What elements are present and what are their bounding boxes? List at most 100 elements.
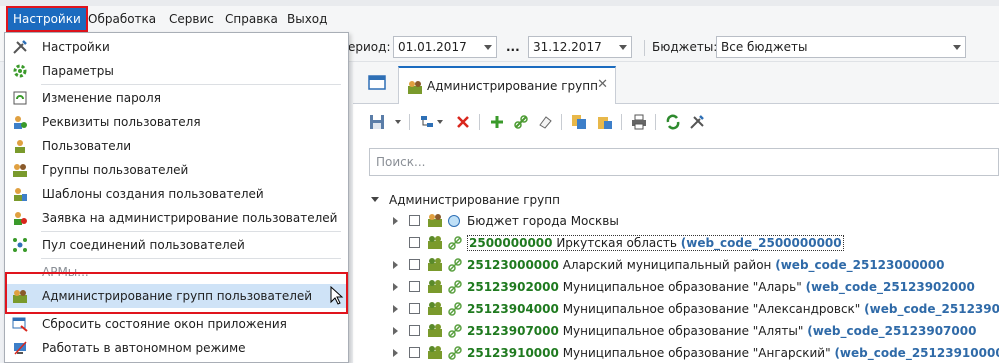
copy-icon[interactable] — [571, 114, 587, 130]
menu-item-reset-windows[interactable]: Сбросить состояние окон приложения — [5, 312, 348, 336]
link-icon — [448, 302, 462, 316]
menu-item-users[interactable]: Пользователи — [5, 134, 348, 158]
tree-checkbox[interactable] — [409, 347, 420, 358]
menu-item-user-groups[interactable]: Группы пользователей — [5, 158, 348, 182]
menu-item-user-details[interactable]: Реквизиты пользователя — [5, 110, 348, 134]
expand-icon[interactable] — [393, 349, 398, 357]
tree-item-label: Бюджет города Москвы — [467, 214, 619, 228]
menu-item-user-templates[interactable]: Шаблоны создания пользователей — [5, 182, 348, 206]
search-placeholder: Поиск... — [376, 155, 426, 169]
menu-item-offline[interactable]: Работать в автономном режиме — [5, 336, 348, 360]
tree-add-icon[interactable] — [419, 114, 435, 130]
row-web-code: (web_code_25123907000 — [807, 324, 977, 338]
menu-separator — [41, 84, 341, 85]
eraser-icon[interactable] — [537, 114, 553, 130]
close-icon[interactable]: ✕ — [597, 77, 608, 92]
tree-checkbox[interactable] — [409, 259, 420, 270]
tree-checkbox[interactable] — [409, 237, 420, 248]
budgets-label: Бюджеты: — [652, 40, 718, 54]
link-icon — [448, 346, 462, 360]
date-to-combo[interactable]: 31.12.2017 — [528, 36, 632, 58]
link-icon — [448, 258, 462, 272]
chevron-down-icon[interactable] — [395, 120, 401, 124]
tree-row[interactable]: 25123000000 Аларский муниципальный район… — [353, 254, 999, 276]
content-toolbar — [353, 104, 999, 138]
delete-icon[interactable] — [455, 114, 471, 130]
group-admin-icon — [428, 280, 442, 293]
menu-item-connection-pool[interactable]: Пул соединений пользователей — [5, 233, 348, 257]
menu-item-label: Сбросить состояние окон приложения — [42, 317, 287, 331]
menu-settings[interactable]: Настройки — [6, 6, 88, 32]
menu-item-admin-request[interactable]: Заявка на администрирование пользователе… — [5, 206, 348, 230]
paste-icon[interactable] — [597, 114, 613, 130]
date-from-combo[interactable]: 01.01.2017 — [393, 36, 497, 58]
group-admin-icon — [428, 324, 442, 337]
row-code: 25123910000 — [467, 346, 559, 360]
user-groups-icon — [13, 164, 27, 177]
search-input[interactable]: Поиск... — [369, 148, 999, 176]
tree-row-text: 25123904000 Муниципальное образование "А… — [467, 302, 999, 316]
link-icon — [448, 280, 462, 294]
refresh-icon[interactable] — [665, 114, 681, 130]
print-icon[interactable] — [631, 114, 647, 130]
toolbar-separator — [479, 114, 480, 130]
period-label: ериод: — [348, 40, 391, 54]
tree-root-label: Администрирование групп — [389, 193, 560, 207]
menu-item-change-password[interactable]: Изменение пароля — [5, 86, 348, 110]
group-admin-icon — [428, 258, 442, 271]
menu-item-label: Настройки — [42, 40, 110, 54]
tree-row[interactable]: 25123907000 Муниципальное образование "А… — [353, 320, 999, 342]
tree-checkbox[interactable] — [409, 215, 420, 226]
expand-icon[interactable] — [393, 217, 398, 225]
tree-root[interactable]: Администрирование групп — [353, 189, 999, 211]
tree-row-text: 2500000000 Иркутская область (web_code_2… — [467, 235, 844, 251]
tree-checkbox[interactable] — [409, 281, 420, 292]
reset-windows-icon — [12, 317, 28, 332]
menu-bar: Настройки Обработка Сервис Справка Выход — [0, 6, 999, 32]
budgets-combo[interactable]: Все бюджеты — [716, 36, 966, 58]
row-web-code: (web_code_25123910000 — [834, 346, 999, 360]
expand-icon[interactable] — [393, 283, 398, 291]
menu-exit[interactable]: Выход — [282, 8, 332, 30]
menu-item-label: Пользователи — [42, 139, 132, 153]
group-admin-icon — [428, 214, 442, 227]
tree-row[interactable]: 25123902000 Муниципальное образование "А… — [353, 276, 999, 298]
row-code: 2500000000 — [469, 236, 553, 250]
expand-icon[interactable] — [393, 305, 398, 313]
tree-row[interactable]: 25123910000 Муниципальное образование "А… — [353, 342, 999, 363]
users-icon — [15, 140, 25, 153]
expand-icon[interactable] — [393, 327, 398, 335]
add-icon[interactable] — [489, 114, 505, 130]
globe-icon — [448, 215, 460, 227]
tab-group-admin[interactable]: Администрирование групп ✕ — [398, 66, 616, 104]
tools-icon[interactable] — [689, 114, 705, 130]
tree-row[interactable]: 2500000000 Иркутская область (web_code_2… — [353, 232, 999, 254]
menu-processing[interactable]: Обработка — [83, 8, 161, 30]
menu-item-label: Заявка на администрирование пользователе… — [42, 211, 338, 225]
group-admin-icon — [428, 302, 442, 315]
chevron-down-icon[interactable] — [437, 120, 443, 124]
menu-service[interactable]: Сервис — [164, 8, 219, 30]
row-code: 25123904000 — [467, 302, 559, 316]
annotation-highlight-box — [5, 272, 348, 314]
expand-icon[interactable] — [393, 261, 398, 269]
group-admin-icon — [428, 236, 442, 249]
tree-row[interactable]: 25123904000 Муниципальное образование "А… — [353, 298, 999, 320]
tree-checkbox[interactable] — [409, 303, 420, 314]
tree-item-budget[interactable]: Бюджет города Москвы — [353, 210, 999, 232]
tree-checkbox[interactable] — [409, 325, 420, 336]
row-name: Муниципальное образование "Александровск… — [562, 302, 861, 316]
window-icon — [368, 75, 386, 90]
link-icon — [448, 324, 462, 338]
menu-item-settings[interactable]: Настройки — [5, 35, 348, 59]
menu-item-parameters[interactable]: Параметры — [5, 59, 348, 83]
group-admin-icon — [407, 79, 423, 98]
menu-help[interactable]: Справка — [220, 8, 283, 30]
tree-row-text: 25123902000 Муниципальное образование "А… — [467, 280, 975, 294]
group-tree: Администрирование групп Бюджет города Мо… — [353, 186, 999, 363]
menu-item-label: Изменение пароля — [42, 91, 161, 105]
tab-home[interactable] — [362, 72, 392, 94]
save-icon[interactable] — [369, 114, 385, 130]
link-icon[interactable] — [513, 114, 529, 130]
expand-icon[interactable] — [371, 197, 379, 202]
